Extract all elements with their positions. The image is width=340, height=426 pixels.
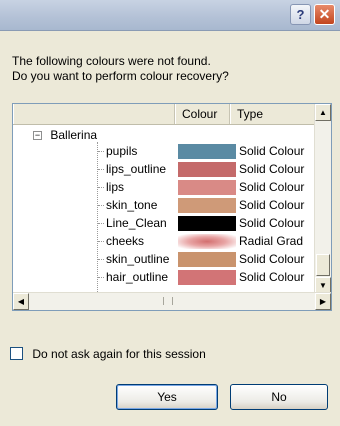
- row-type: Radial Grad: [239, 234, 304, 248]
- row-name: hair_outline: [106, 270, 169, 284]
- help-button[interactable]: ?: [290, 4, 311, 25]
- group-label: Ballerina: [50, 128, 98, 142]
- dont-ask-row[interactable]: Do not ask again for this session: [10, 346, 206, 361]
- tree-branch: [98, 241, 104, 242]
- tree-branch: [98, 277, 104, 278]
- scroll-left-icon[interactable]: ◀: [13, 293, 29, 310]
- yes-button[interactable]: Yes: [116, 384, 218, 410]
- list-row-lips-outline[interactable]: lips_outline Solid Colour: [13, 161, 317, 178]
- collapse-icon[interactable]: −: [33, 131, 42, 141]
- no-button[interactable]: No: [230, 384, 328, 410]
- row-name: cheeks: [106, 234, 145, 248]
- column-header-name[interactable]: [13, 104, 175, 124]
- list-row-skin-outline[interactable]: skin_outline Solid Colour: [13, 251, 317, 268]
- message-line-1: The following colours were not found.: [12, 54, 211, 68]
- colour-swatch: [178, 198, 236, 213]
- list-row-skin-tone[interactable]: skin_tone Solid Colour: [13, 197, 317, 214]
- list-row-cheeks[interactable]: cheeks Radial Grad: [13, 233, 317, 250]
- list-header: Colour Type: [13, 104, 317, 125]
- row-name: skin_outline: [106, 252, 170, 266]
- dont-ask-checkbox[interactable]: [10, 347, 23, 361]
- close-button[interactable]: ✕: [314, 4, 335, 25]
- colour-swatch: [178, 162, 236, 177]
- row-name: pupils: [106, 144, 138, 158]
- scroll-right-icon[interactable]: ▶: [315, 293, 331, 310]
- colour-swatch: [178, 180, 236, 195]
- row-type: Solid Colour: [239, 180, 305, 194]
- list-row-line-clean[interactable]: Line_Clean Solid Colour: [13, 215, 317, 232]
- row-type: Solid Colour: [239, 198, 305, 212]
- row-type: Solid Colour: [239, 216, 305, 230]
- row-type: Solid Colour: [239, 162, 305, 176]
- column-header-colour[interactable]: Colour: [175, 104, 230, 124]
- vertical-scroll-thumb[interactable]: [316, 254, 330, 276]
- tree-branch: [98, 259, 104, 260]
- tree-branch: [98, 205, 104, 206]
- group-ballerina[interactable]: − Ballerina: [33, 128, 97, 142]
- list-row-hair-outline[interactable]: hair_outline Solid Colour: [13, 269, 317, 286]
- list-row-lips[interactable]: lips Solid Colour: [13, 179, 317, 196]
- message: The following colours were not found. Do…: [12, 54, 229, 84]
- title-bar: ? ✕: [0, 0, 340, 31]
- horizontal-scroll-grip[interactable]: [163, 297, 173, 305]
- colour-list[interactable]: Colour Type − Ballerina pupils Solid Colo…: [12, 103, 332, 311]
- scroll-up-icon[interactable]: ▲: [315, 104, 331, 121]
- row-name: lips: [106, 180, 125, 194]
- list-row-pupils[interactable]: pupils Solid Colour: [13, 143, 317, 160]
- colour-swatch: [178, 144, 236, 159]
- colour-swatch: [178, 270, 236, 285]
- dont-ask-label[interactable]: Do not ask again for this session: [32, 347, 205, 361]
- colour-swatch: [178, 252, 236, 267]
- row-name: Line_Clean: [106, 216, 167, 230]
- row-name: skin_tone: [106, 198, 158, 212]
- tree-branch: [98, 151, 104, 152]
- column-header-type[interactable]: Type: [230, 104, 317, 124]
- colour-swatch: [178, 234, 236, 249]
- row-type: Solid Colour: [239, 252, 305, 266]
- colour-swatch: [178, 216, 236, 231]
- vertical-scrollbar[interactable]: ▲ ▼: [314, 104, 331, 294]
- tree-branch: [98, 169, 104, 170]
- tree-branch: [98, 187, 104, 188]
- row-type: Solid Colour: [239, 270, 305, 284]
- horizontal-scrollbar[interactable]: ◀ ▶: [13, 292, 331, 310]
- row-type: Solid Colour: [239, 144, 305, 158]
- row-name: lips_outline: [106, 162, 167, 176]
- tree-branch: [98, 223, 104, 224]
- message-line-2: Do you want to perform colour recovery?: [12, 69, 229, 83]
